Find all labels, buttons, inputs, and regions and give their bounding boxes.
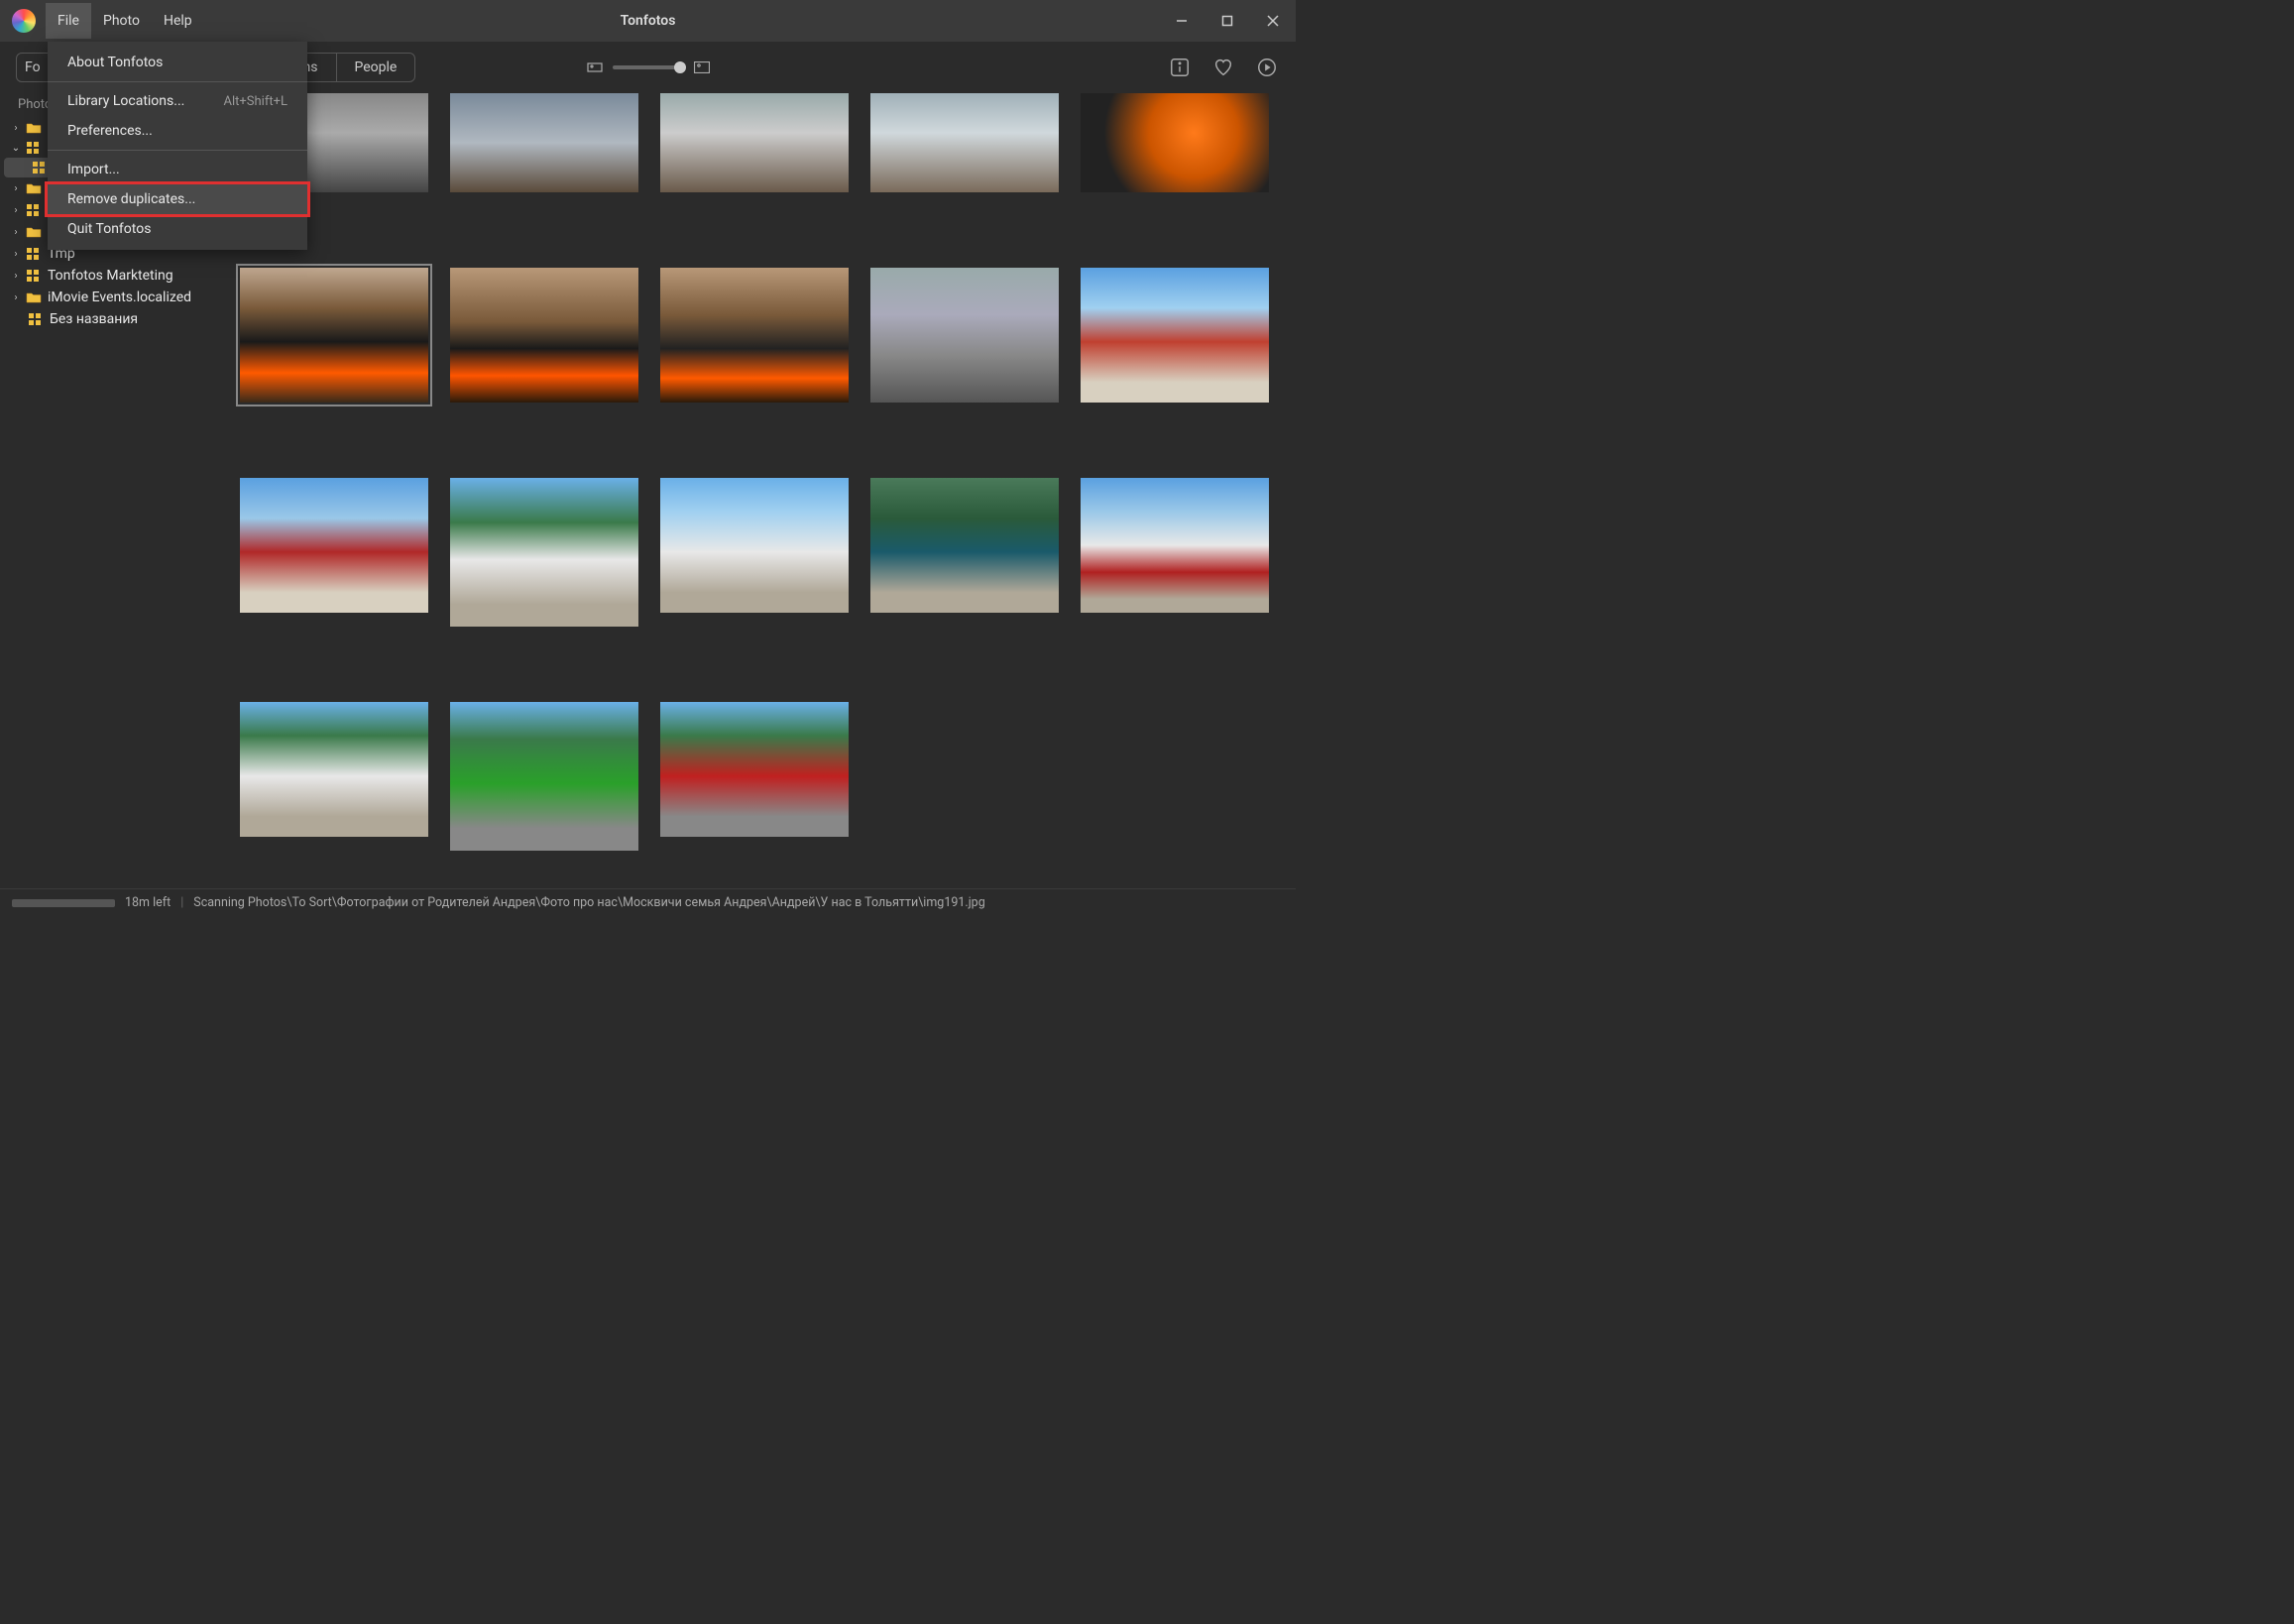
folder-icon — [26, 121, 44, 135]
menu-item-quit[interactable]: Quit Tonfotos — [48, 214, 307, 244]
app-logo-icon — [12, 9, 36, 33]
menu-item-import[interactable]: Import... — [48, 155, 307, 184]
menu-photo[interactable]: Photo — [91, 3, 152, 39]
photo-thumbnail[interactable] — [450, 702, 638, 851]
photo-thumbnail[interactable] — [660, 93, 849, 192]
status-scanning-path: Scanning Photos\To Sort\Фотографии от Ро… — [193, 895, 984, 910]
menu-file[interactable]: File — [46, 3, 91, 39]
menu-item-remove-duplicates[interactable]: Remove duplicates... — [48, 184, 307, 214]
photo-thumbnail[interactable] — [450, 268, 638, 403]
slideshow-button[interactable] — [1254, 55, 1280, 80]
menu-item-preferences[interactable]: Preferences... — [48, 116, 307, 146]
folder-icon — [26, 225, 44, 239]
photo-thumbnail[interactable] — [870, 93, 1059, 192]
file-menu-dropdown: About Tonfotos Library Locations...Alt+S… — [48, 42, 307, 250]
statusbar: 18m left | Scanning Photos\To Sort\Фотог… — [0, 888, 1296, 916]
scan-progress — [12, 899, 115, 907]
menu-item-about[interactable]: About Tonfotos — [48, 48, 307, 77]
close-button[interactable] — [1250, 0, 1296, 42]
photo-thumbnail[interactable] — [660, 268, 849, 403]
folder-icon — [26, 181, 44, 195]
maximize-button[interactable] — [1204, 0, 1250, 42]
minimize-button[interactable] — [1159, 0, 1204, 42]
thumbnail-zoom — [587, 61, 710, 73]
info-button[interactable] — [1167, 55, 1193, 80]
photo-thumbnail[interactable] — [1081, 268, 1269, 403]
menu-shortcut: Alt+Shift+L — [224, 94, 287, 109]
tree-item-untitled[interactable]: Без названия — [0, 308, 222, 330]
photo-thumbnail[interactable] — [870, 478, 1059, 613]
grid-icon — [28, 312, 46, 326]
photo-thumbnail[interactable] — [660, 702, 849, 837]
photo-thumbnail-selected[interactable] — [240, 268, 428, 403]
grid-icon — [26, 247, 44, 261]
menu-help[interactable]: Help — [152, 3, 204, 39]
zoom-slider[interactable] — [613, 65, 684, 69]
tree-item-imovie[interactable]: ›iMovie Events.localized — [0, 287, 222, 308]
photo-thumbnail[interactable] — [450, 478, 638, 627]
photo-thumbnail[interactable] — [450, 93, 638, 192]
large-thumb-icon — [694, 61, 710, 73]
status-time-left: 18m left — [125, 895, 171, 910]
menu-item-library-locations[interactable]: Library Locations...Alt+Shift+L — [48, 86, 307, 116]
titlebar: File Photo Help Tonfotos — [0, 0, 1296, 42]
photo-thumbnail[interactable] — [240, 478, 428, 613]
tree-item-marketing[interactable]: ›Tonfotos Markteting — [0, 265, 222, 287]
grid-icon — [26, 203, 44, 217]
photo-thumbnail[interactable] — [240, 702, 428, 837]
status-separator: | — [180, 895, 183, 910]
grid-icon — [26, 269, 44, 283]
thumbnail-grid-pane — [222, 93, 1296, 888]
favorite-button[interactable] — [1210, 55, 1236, 80]
menubar: File Photo Help — [46, 3, 204, 39]
folder-icon — [26, 290, 44, 304]
photo-thumbnail[interactable] — [870, 268, 1059, 403]
grid-icon — [26, 141, 44, 155]
photo-thumbnail[interactable] — [660, 478, 849, 613]
photo-thumbnail[interactable] — [1081, 93, 1269, 192]
tab-people[interactable]: People — [337, 54, 415, 81]
photo-thumbnail[interactable] — [1081, 478, 1269, 613]
small-thumb-icon — [587, 61, 603, 73]
